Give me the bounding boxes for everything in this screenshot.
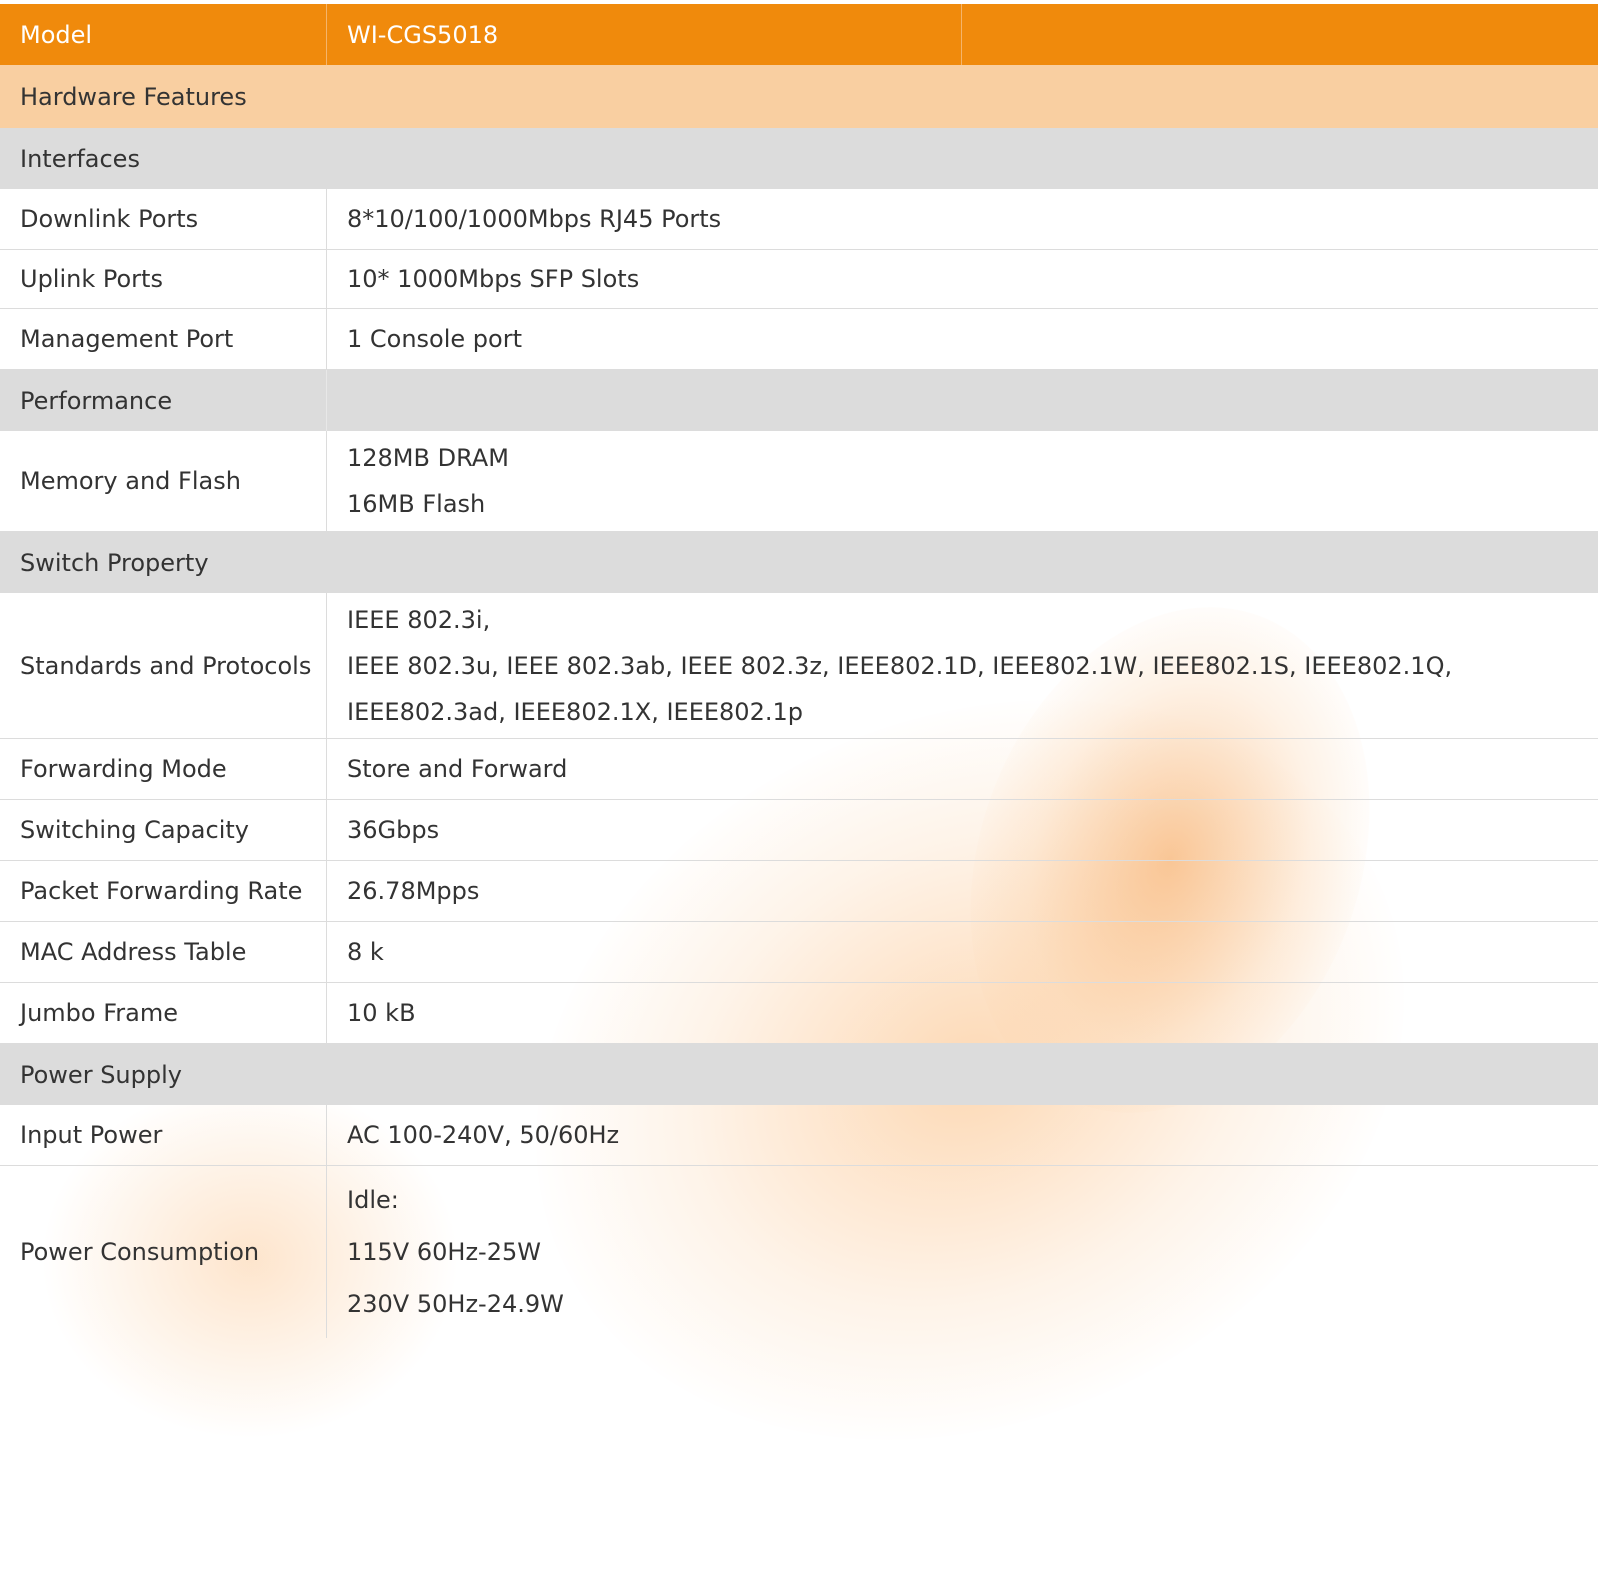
section-title: Interfaces [20,144,140,173]
row-label: Standards and Protocols [0,593,327,738]
row-label: Power Consumption [0,1166,327,1338]
section-power-supply: Power Supply [0,1044,1598,1105]
row-value: 10 kB [347,999,416,1027]
row-value-multiline: IEEE 802.3i, IEEE 802.3u, IEEE 802.3ab, … [327,593,1598,738]
row-label: Input Power [0,1105,327,1165]
table-row: Forwarding Mode Store and Forward [0,739,1598,800]
row-label: Jumbo Frame [0,983,327,1043]
table-row: Packet Forwarding Rate 26.78Mpps [0,861,1598,922]
row-label: Forwarding Mode [0,739,327,799]
row-value-line: 115V 60Hz-25W [347,1238,541,1266]
section-switch-property: Switch Property [0,532,1598,593]
table-row: Power Consumption Idle: 115V 60Hz-25W 23… [0,1166,1598,1338]
row-value: 8*10/100/1000Mbps RJ45 Ports [347,205,722,233]
row-value-line: IEEE 802.3u, IEEE 802.3ab, IEEE 802.3z, … [347,651,1453,680]
spec-table: Model WI-CGS5018 Hardware Features Inter… [0,4,1598,1338]
row-label: Switching Capacity [0,800,327,860]
section-empty-cell [327,370,1598,431]
section-performance: Performance [0,370,1598,431]
row-value: 36Gbps [347,816,440,844]
row-label: Packet Forwarding Rate [0,861,327,921]
model-header-row: Model WI-CGS5018 [0,4,1598,65]
row-value-line: IEEE802.3ad, IEEE802.1X, IEEE802.1p [347,697,803,726]
table-row: MAC Address Table 8 k [0,922,1598,983]
row-value: 26.78Mpps [347,877,480,905]
table-row: Management Port 1 Console port [0,309,1598,370]
hardware-features-title: Hardware Features [20,82,247,111]
row-value-line: 128MB DRAM [347,444,509,472]
row-value-line: 230V 50Hz-24.9W [347,1290,564,1318]
row-value-line: IEEE 802.3i, [347,605,491,634]
table-row: Standards and Protocols IEEE 802.3i, IEE… [0,593,1598,739]
table-row: Memory and Flash 128MB DRAM 16MB Flash [0,431,1598,532]
section-title: Power Supply [20,1060,182,1089]
row-value: AC 100-240V, 50/60Hz [347,1121,620,1149]
row-value: 10* 1000Mbps SFP Slots [347,265,640,293]
model-label: Model [0,4,327,65]
table-row: Input Power AC 100-240V, 50/60Hz [0,1105,1598,1166]
row-label: MAC Address Table [0,922,327,982]
row-label: Memory and Flash [0,431,327,531]
row-value-multiline: Idle: 115V 60Hz-25W 230V 50Hz-24.9W [327,1166,1598,1338]
row-value-multiline: 128MB DRAM 16MB Flash [327,431,1598,531]
section-title: Switch Property [20,548,209,577]
row-value-line: 16MB Flash [347,490,486,518]
row-label: Downlink Ports [0,189,327,249]
table-row: Switching Capacity 36Gbps [0,800,1598,861]
row-value: Store and Forward [347,755,568,783]
table-row: Jumbo Frame 10 kB [0,983,1598,1044]
row-label: Management Port [0,309,327,369]
row-value: 1 Console port [347,325,522,353]
row-value: 8 k [347,938,384,966]
table-row: Uplink Ports 10* 1000Mbps SFP Slots [0,250,1598,309]
table-row: Downlink Ports 8*10/100/1000Mbps RJ45 Po… [0,189,1598,250]
row-label: Uplink Ports [0,250,327,308]
model-empty-cell [961,4,1598,65]
section-interfaces: Interfaces [0,128,1598,189]
row-value-line: Idle: [347,1186,399,1214]
section-title: Performance [0,370,327,431]
hardware-features-row: Hardware Features [0,65,1598,128]
model-value: WI-CGS5018 [347,20,499,49]
